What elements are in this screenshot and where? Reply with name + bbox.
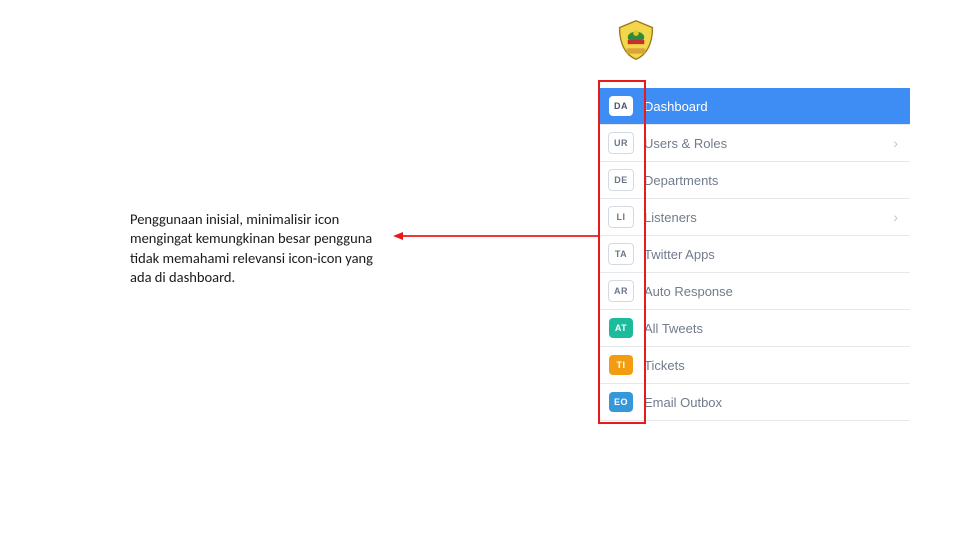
initials-chip: AT xyxy=(609,318,633,338)
sidebar-menu: DA Dashboard UR Users & Roles › DE Depar… xyxy=(600,88,910,421)
sidebar-item-departments[interactable]: DE Departments xyxy=(600,162,910,199)
initials-chip: LI xyxy=(608,206,634,228)
initials-chip: AR xyxy=(608,280,634,302)
sidebar-item-label: Tickets xyxy=(644,358,910,373)
initials-badge: EO xyxy=(606,390,636,414)
initials-badge: AR xyxy=(606,279,636,303)
sidebar-item-label: Twitter Apps xyxy=(644,247,910,262)
initials-chip: EO xyxy=(609,392,633,412)
sidebar-item-all-tweets[interactable]: AT All Tweets xyxy=(600,310,910,347)
sidebar-item-tickets[interactable]: TI Tickets xyxy=(600,347,910,384)
sidebar-item-email-outbox[interactable]: EO Email Outbox xyxy=(600,384,910,421)
initials-badge: AT xyxy=(606,316,636,340)
initials-chip: UR xyxy=(608,132,634,154)
initials-badge: DA xyxy=(606,94,636,118)
sidebar-item-label: Email Outbox xyxy=(644,395,910,410)
initials-badge: TI xyxy=(606,353,636,377)
annotation-text: Penggunaan inisial, minimalisir icon men… xyxy=(130,210,390,288)
chevron-right-icon: › xyxy=(893,135,898,151)
province-crest xyxy=(614,18,658,62)
sidebar-item-listeners[interactable]: LI Listeners › xyxy=(600,199,910,236)
sidebar-item-label: Listeners xyxy=(644,210,893,225)
sidebar-item-auto-response[interactable]: AR Auto Response xyxy=(600,273,910,310)
sidebar-item-label: Users & Roles xyxy=(644,136,893,151)
sidebar-item-label: All Tweets xyxy=(644,321,910,336)
sidebar-item-users-roles[interactable]: UR Users & Roles › xyxy=(600,125,910,162)
initials-badge: UR xyxy=(606,131,636,155)
initials-badge: DE xyxy=(606,168,636,192)
initials-badge: LI xyxy=(606,205,636,229)
initials-badge: TA xyxy=(606,242,636,266)
sidebar-item-label: Departments xyxy=(644,173,910,188)
initials-chip: DE xyxy=(608,169,634,191)
sidebar-item-dashboard[interactable]: DA Dashboard xyxy=(600,88,910,125)
sidebar-item-label: Dashboard xyxy=(644,99,910,114)
initials-chip: TI xyxy=(609,355,633,375)
initials-chip: DA xyxy=(609,96,633,116)
chevron-right-icon: › xyxy=(893,209,898,225)
crest-icon xyxy=(614,18,658,62)
sidebar-item-twitter-apps[interactable]: TA Twitter Apps xyxy=(600,236,910,273)
initials-chip: TA xyxy=(608,243,634,265)
annotation-arrow xyxy=(393,230,598,242)
sidebar-item-label: Auto Response xyxy=(644,284,910,299)
